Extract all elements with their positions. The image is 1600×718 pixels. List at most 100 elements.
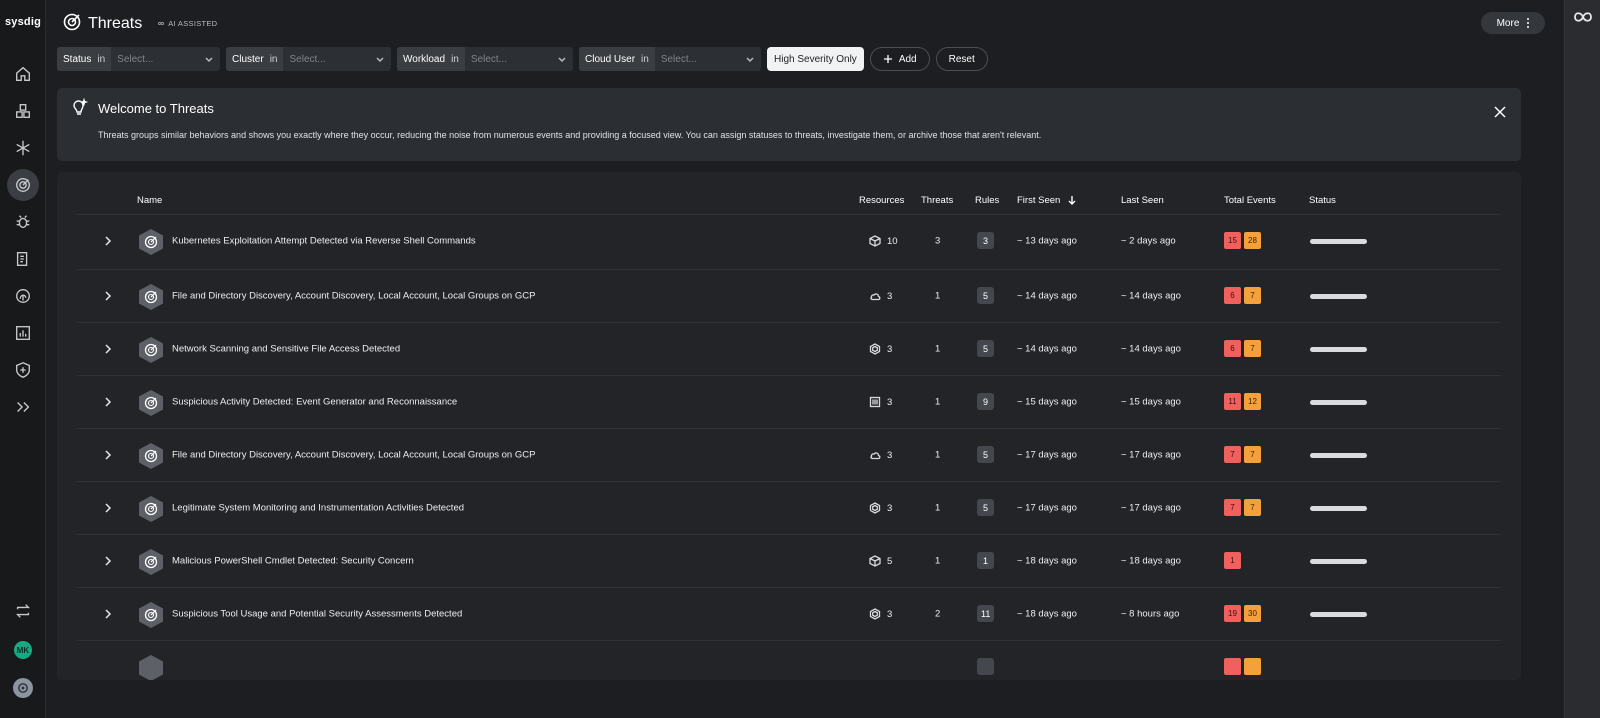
high-severity-events-badge[interactable]: 7 (1224, 446, 1241, 463)
last-seen: ~ 14 days ago (1121, 343, 1181, 355)
first-seen: ~ 15 days ago (1017, 396, 1077, 408)
workload-filter[interactable]: Workload in Select... (397, 47, 573, 71)
reports-chart-icon[interactable] (7, 317, 39, 349)
status-placeholder-bar[interactable] (1310, 239, 1367, 244)
medium-severity-events-badge[interactable]: 7 (1244, 340, 1261, 357)
sysdig-logo[interactable]: sysdig (0, 16, 46, 28)
threats-nav-icon[interactable] (7, 169, 39, 201)
rules-count-badge: 11 (977, 605, 995, 622)
medium-severity-events-badge[interactable]: 12 (1244, 393, 1261, 410)
threat-name[interactable]: Suspicious Tool Usage and Potential Secu… (172, 609, 462, 620)
chevron-down-icon (205, 57, 213, 63)
resources-cell: 3 (869, 502, 892, 514)
expand-row-chevron-icon[interactable] (103, 396, 113, 408)
threat-type-icon (137, 654, 165, 680)
integrations-icon[interactable] (7, 132, 39, 164)
help-icon[interactable] (13, 678, 33, 698)
resources-count: 3 (887, 502, 893, 514)
last-seen: ~ 17 days ago (1121, 449, 1181, 461)
first-seen: ~ 18 days ago (1017, 555, 1077, 567)
table-row[interactable]: Kubernetes Exploitation Attempt Detected… (77, 214, 1501, 267)
expand-row-chevron-icon[interactable] (103, 502, 113, 514)
medium-severity-events-badge[interactable]: 7 (1244, 446, 1261, 463)
status-placeholder-bar[interactable] (1310, 347, 1367, 352)
switch-arrows-icon[interactable] (7, 595, 39, 627)
column-header-threats[interactable]: Threats (921, 195, 953, 206)
column-header-name[interactable]: Name (137, 195, 162, 206)
vulnerabilities-bug-icon[interactable] (7, 206, 39, 238)
column-header-first-seen[interactable]: First Seen (1017, 195, 1077, 206)
threat-name[interactable]: File and Directory Discovery, Account Di… (172, 291, 535, 302)
cloud-user-filter-select[interactable]: Select... (655, 47, 761, 71)
reset-filters-button[interactable]: Reset (935, 47, 988, 71)
status-placeholder-bar[interactable] (1310, 559, 1367, 564)
medium-severity-events-badge[interactable]: 7 (1244, 499, 1261, 516)
home-icon[interactable] (7, 58, 39, 90)
expand-row-chevron-icon[interactable] (103, 235, 113, 247)
medium-severity-events-badge[interactable]: 30 (1244, 605, 1261, 622)
high-severity-events-badge[interactable]: 6 (1224, 340, 1241, 357)
table-row[interactable]: File and Directory Discovery, Account Di… (77, 269, 1501, 322)
threat-name[interactable]: File and Directory Discovery, Account Di… (172, 450, 535, 461)
status-placeholder-bar[interactable] (1310, 612, 1367, 617)
identity-fingerprint-icon[interactable] (7, 280, 39, 312)
cloud-user-filter[interactable]: Cloud User in Select... (579, 47, 761, 71)
medium-severity-events-badge[interactable]: 28 (1244, 232, 1261, 249)
high-severity-events-badge[interactable]: 6 (1224, 287, 1241, 304)
table-row[interactable]: Legitimate System Monitoring and Instrum… (77, 481, 1501, 534)
threat-name[interactable]: Kubernetes Exploitation Attempt Detected… (172, 236, 476, 247)
table-row[interactable]: File and Directory Discovery, Account Di… (77, 428, 1501, 481)
infinity-icon[interactable] (1571, 8, 1595, 26)
threat-name[interactable]: Legitimate System Monitoring and Instrum… (172, 503, 464, 514)
expand-row-chevron-icon[interactable] (103, 555, 113, 567)
column-header-rules[interactable]: Rules (975, 195, 999, 206)
threat-name[interactable]: Network Scanning and Sensitive File Acce… (172, 344, 400, 355)
status-placeholder-bar[interactable] (1310, 294, 1367, 299)
expand-row-chevron-icon[interactable] (103, 449, 113, 461)
column-header-status[interactable]: Status (1309, 195, 1336, 206)
high-severity-events-badge[interactable]: 11 (1224, 393, 1241, 410)
server-icon (869, 396, 881, 408)
first-seen-label: First Seen (1017, 195, 1061, 206)
cluster-filter-select[interactable]: Select... (283, 47, 391, 71)
medium-severity-events-badge[interactable]: 7 (1244, 287, 1261, 304)
add-filter-button[interactable]: Add (869, 47, 930, 71)
page-title: Threats (88, 14, 143, 32)
high-severity-events-badge[interactable]: 15 (1224, 232, 1241, 249)
table-row[interactable]: Malicious PowerShell Cmdlet Detected: Se… (77, 534, 1501, 587)
status-filter[interactable]: Status in Select... (57, 47, 220, 71)
resources-count: 10 (887, 235, 898, 247)
resources-count: 3 (887, 449, 893, 461)
threat-type-icon (137, 442, 165, 470)
high-severity-events-badge[interactable]: 7 (1224, 499, 1241, 516)
expand-row-chevron-icon[interactable] (103, 343, 113, 355)
table-row[interactable]: Suspicious Tool Usage and Potential Secu… (77, 587, 1501, 640)
status-placeholder-bar[interactable] (1310, 506, 1367, 511)
table-row[interactable]: Suspicious Activity Detected: Event Gene… (77, 375, 1501, 428)
user-avatar[interactable]: MK (14, 641, 32, 659)
high-severity-only-toggle[interactable]: High Severity Only (767, 47, 864, 71)
compliance-shield-icon[interactable] (7, 354, 39, 386)
expand-row-chevron-icon[interactable] (103, 608, 113, 620)
threat-name[interactable]: Malicious PowerShell Cmdlet Detected: Se… (172, 556, 414, 567)
column-header-resources[interactable]: Resources (859, 195, 904, 206)
column-header-total-events[interactable]: Total Events (1224, 195, 1276, 206)
table-row[interactable]: Network Scanning and Sensitive File Acce… (77, 322, 1501, 375)
cluster-filter[interactable]: Cluster in Select... (226, 47, 391, 71)
cube-icon (869, 235, 881, 247)
high-severity-events-badge[interactable]: 19 (1224, 605, 1241, 622)
expand-row-chevron-icon[interactable] (103, 290, 113, 302)
status-placeholder-bar[interactable] (1310, 400, 1367, 405)
close-icon[interactable] (1493, 105, 1507, 119)
threat-name[interactable]: Suspicious Activity Detected: Event Gene… (172, 397, 457, 408)
expand-nav-icon[interactable] (7, 391, 39, 423)
high-severity-events-badge[interactable]: 1 (1224, 552, 1241, 569)
resources-cell: 3 (869, 396, 892, 408)
inventory-icon[interactable] (7, 95, 39, 127)
workload-filter-select[interactable]: Select... (465, 47, 573, 71)
status-placeholder-bar[interactable] (1310, 453, 1367, 458)
column-header-last-seen[interactable]: Last Seen (1121, 195, 1164, 206)
status-filter-select[interactable]: Select... (111, 47, 220, 71)
policies-icon[interactable] (7, 243, 39, 275)
more-button[interactable]: More (1481, 12, 1545, 34)
